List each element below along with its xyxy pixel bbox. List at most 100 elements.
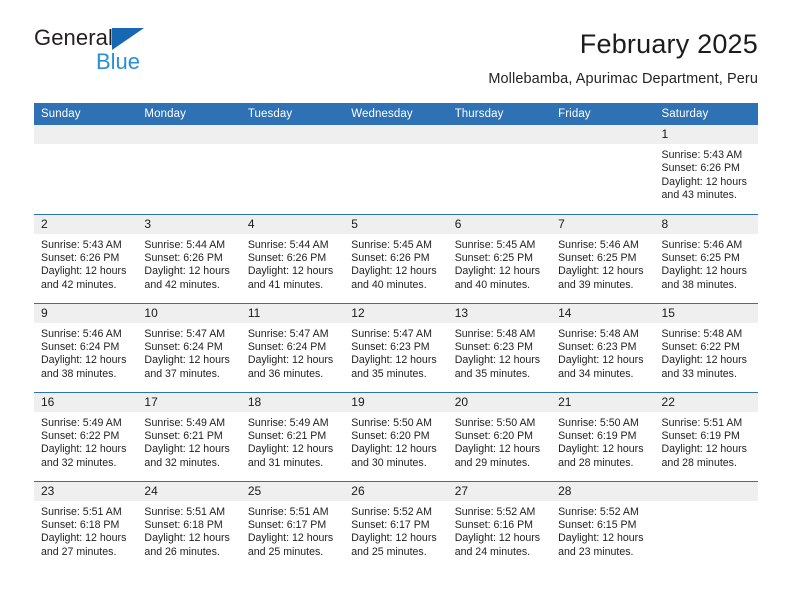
sunrise-text: Sunrise: 5:47 AM bbox=[247, 327, 329, 340]
calendar-day-cell[interactable]: 13 Sunrise: 5:48 AM Sunset: 6:23 PM Dayligh… bbox=[447, 302, 552, 392]
sunrise-text: Sunrise: 5:47 AM bbox=[144, 327, 226, 340]
day-number: 28 bbox=[551, 481, 655, 501]
calendar-day-cell[interactable]: 28 Sunrise: 5:52 AM Sunset: 6:15 PM Dayligh… bbox=[551, 480, 655, 570]
day-number: 3 bbox=[137, 214, 241, 234]
sunrise-text: Sunrise: 5:43 AM bbox=[661, 149, 743, 161]
calendar-day-cell[interactable]: 14 Sunrise: 5:48 AM Sunset: 6:23 PM Dayligh… bbox=[551, 302, 655, 392]
calendar-week-row: 2 Sunrise: 5:43 AM Sunset: 6:26 PM Daylight… bbox=[34, 213, 758, 303]
weekday-header-thursday: Thursday bbox=[447, 103, 552, 125]
calendar-day-cell[interactable]: 23 Sunrise: 5:51 AM Sunset: 6:18 PM Dayligh… bbox=[34, 480, 138, 570]
calendar-day-cell[interactable]: 5 Sunrise: 5:45 AM Sunset: 6:26 PM Daylight… bbox=[344, 213, 448, 303]
page-subtitle: Mollebamba, Apurimac Department, Peru bbox=[488, 71, 758, 87]
day-details: Sunrise: 5:45 AM Sunset: 6:25 PM Daylight:… bbox=[448, 234, 551, 293]
calendar-week-row: 16 Sunrise: 5:49 AM Sunset: 6:22 PM Dayligh… bbox=[34, 391, 758, 481]
calendar-day-cell[interactable]: 9 Sunrise: 5:46 AM Sunset: 6:24 PM Daylight… bbox=[34, 302, 138, 392]
sunset-text: Sunset: 6:23 PM bbox=[454, 340, 534, 353]
sunrise-text: Sunrise: 5:51 AM bbox=[41, 505, 122, 518]
weekday-header-saturday: Saturday bbox=[654, 103, 758, 125]
calendar-day-cell[interactable]: 16 Sunrise: 5:49 AM Sunset: 6:22 PM Dayligh… bbox=[34, 391, 138, 481]
day-number bbox=[344, 125, 448, 144]
day-number bbox=[34, 125, 138, 144]
calendar-day-cell[interactable]: 25 Sunrise: 5:51 AM Sunset: 6:17 PM Dayligh… bbox=[240, 480, 345, 570]
day-number: 6 bbox=[447, 214, 552, 234]
calendar-day-cell[interactable]: 3 Sunrise: 5:44 AM Sunset: 6:26 PM Daylight… bbox=[137, 213, 241, 303]
calendar-day-cell[interactable]: 22 Sunrise: 5:51 AM Sunset: 6:19 PM Dayligh… bbox=[654, 391, 758, 481]
calendar-day-cell[interactable]: 20 Sunrise: 5:50 AM Sunset: 6:20 PM Dayligh… bbox=[447, 391, 552, 481]
day-number: 19 bbox=[344, 392, 448, 412]
day-details: Sunrise: 5:49 AM Sunset: 6:21 PM Daylight:… bbox=[137, 412, 240, 471]
calendar-day-cell[interactable]: 7 Sunrise: 5:46 AM Sunset: 6:25 PM Daylight… bbox=[551, 213, 655, 303]
calendar-day-cell[interactable]: 11 Sunrise: 5:47 AM Sunset: 6:24 PM Dayligh… bbox=[240, 302, 345, 392]
day-details: Sunrise: 5:46 AM Sunset: 6:25 PM Daylight:… bbox=[551, 234, 654, 293]
day-number: 16 bbox=[34, 392, 138, 412]
sunrise-text: Sunrise: 5:51 AM bbox=[144, 505, 226, 518]
sunset-text: Sunset: 6:26 PM bbox=[247, 251, 327, 264]
day-number: 21 bbox=[551, 392, 655, 412]
sunset-text: Sunset: 6:22 PM bbox=[661, 340, 740, 353]
calendar-cell-empty bbox=[137, 125, 241, 214]
sunrise-text: Sunrise: 5:48 AM bbox=[558, 327, 639, 340]
title-block: February 2025 Mollebamba, Apurimac Depar… bbox=[488, 26, 758, 89]
sunrise-text: Sunrise: 5:47 AM bbox=[351, 327, 432, 340]
daylight-text: Daylight: 12 hours and 25 minutes. bbox=[351, 532, 437, 558]
calendar-day-cell[interactable]: 24 Sunrise: 5:51 AM Sunset: 6:18 PM Dayligh… bbox=[137, 480, 241, 570]
calendar-week-row: 9 Sunrise: 5:46 AM Sunset: 6:24 PM Daylight… bbox=[34, 302, 758, 392]
calendar-day-cell[interactable]: 6 Sunrise: 5:45 AM Sunset: 6:25 PM Daylight… bbox=[447, 213, 552, 303]
calendar-day-cell[interactable]: 1 Sunrise: 5:43 AM Sunset: 6:26 PM Daylight… bbox=[654, 125, 758, 214]
calendar-day-cell[interactable]: 21 Sunrise: 5:50 AM Sunset: 6:19 PM Dayligh… bbox=[551, 391, 655, 481]
day-details: Sunrise: 5:51 AM Sunset: 6:18 PM Daylight:… bbox=[34, 501, 137, 560]
day-details: Sunrise: 5:48 AM Sunset: 6:22 PM Daylight:… bbox=[655, 323, 758, 382]
sunset-text: Sunset: 6:20 PM bbox=[454, 429, 534, 442]
day-number: 15 bbox=[654, 303, 758, 323]
calendar-day-cell[interactable]: 19 Sunrise: 5:50 AM Sunset: 6:20 PM Dayligh… bbox=[344, 391, 448, 481]
sunset-text: Sunset: 6:23 PM bbox=[558, 340, 637, 353]
sunrise-text: Sunrise: 5:52 AM bbox=[351, 505, 432, 518]
sunrise-text: Sunrise: 5:52 AM bbox=[558, 505, 639, 518]
sunrise-text: Sunrise: 5:48 AM bbox=[661, 327, 743, 340]
calendar-day-cell[interactable]: 17 Sunrise: 5:49 AM Sunset: 6:21 PM Dayligh… bbox=[137, 391, 241, 481]
day-details: Sunrise: 5:45 AM Sunset: 6:26 PM Daylight:… bbox=[344, 234, 447, 293]
day-number: 11 bbox=[240, 303, 345, 323]
calendar-day-cell[interactable]: 26 Sunrise: 5:52 AM Sunset: 6:17 PM Dayligh… bbox=[344, 480, 448, 570]
day-number bbox=[551, 125, 655, 144]
sunset-text: Sunset: 6:21 PM bbox=[144, 429, 223, 442]
calendar-day-cell[interactable]: 27 Sunrise: 5:52 AM Sunset: 6:16 PM Dayligh… bbox=[447, 480, 552, 570]
daylight-text: Daylight: 12 hours and 43 minutes. bbox=[661, 175, 747, 202]
day-number: 10 bbox=[137, 303, 241, 323]
calendar-day-cell[interactable]: 18 Sunrise: 5:49 AM Sunset: 6:21 PM Dayligh… bbox=[240, 391, 345, 481]
weekday-header-sunday: Sunday bbox=[34, 103, 138, 125]
day-details: Sunrise: 5:49 AM Sunset: 6:22 PM Daylight:… bbox=[34, 412, 137, 471]
day-number: 9 bbox=[34, 303, 138, 323]
logo-text-general: General bbox=[34, 25, 113, 50]
sunrise-text: Sunrise: 5:50 AM bbox=[558, 416, 639, 429]
daylight-text: Daylight: 12 hours and 28 minutes. bbox=[558, 443, 644, 469]
calendar-page: General Blue February 2025 Mollebamba, A… bbox=[0, 0, 792, 612]
day-details: Sunrise: 5:48 AM Sunset: 6:23 PM Daylight:… bbox=[551, 323, 654, 382]
calendar-week-row: 23 Sunrise: 5:51 AM Sunset: 6:18 PM Dayligh… bbox=[34, 480, 758, 570]
day-number: 1 bbox=[654, 125, 758, 144]
daylight-text: Daylight: 12 hours and 30 minutes. bbox=[351, 443, 437, 469]
calendar-day-cell[interactable]: 12 Sunrise: 5:47 AM Sunset: 6:23 PM Dayligh… bbox=[344, 302, 448, 392]
sunrise-text: Sunrise: 5:46 AM bbox=[558, 238, 639, 251]
day-details: Sunrise: 5:44 AM Sunset: 6:26 PM Daylight:… bbox=[137, 234, 240, 293]
daylight-text: Daylight: 12 hours and 42 minutes. bbox=[144, 265, 230, 291]
sunset-text: Sunset: 6:26 PM bbox=[41, 251, 120, 264]
day-number: 26 bbox=[344, 481, 448, 501]
day-number: 4 bbox=[240, 214, 345, 234]
sunrise-text: Sunrise: 5:48 AM bbox=[454, 327, 536, 340]
sunset-text: Sunset: 6:22 PM bbox=[41, 429, 120, 442]
calendar-day-cell[interactable]: 2 Sunrise: 5:43 AM Sunset: 6:26 PM Daylight… bbox=[34, 213, 138, 303]
sunset-text: Sunset: 6:25 PM bbox=[558, 251, 637, 264]
daylight-text: Daylight: 12 hours and 35 minutes. bbox=[454, 354, 541, 380]
calendar-day-cell[interactable]: 4 Sunrise: 5:44 AM Sunset: 6:26 PM Daylight… bbox=[240, 213, 345, 303]
sunset-text: Sunset: 6:26 PM bbox=[144, 251, 223, 264]
day-details: Sunrise: 5:46 AM Sunset: 6:24 PM Daylight:… bbox=[34, 323, 137, 382]
calendar-day-cell[interactable]: 15 Sunrise: 5:48 AM Sunset: 6:22 PM Dayligh… bbox=[654, 302, 758, 392]
sunset-text: Sunset: 6:23 PM bbox=[351, 340, 430, 353]
weekday-header-tuesday: Tuesday bbox=[240, 103, 345, 125]
sunset-text: Sunset: 6:26 PM bbox=[351, 251, 430, 264]
general-blue-logo[interactable]: General Blue bbox=[34, 26, 164, 78]
calendar-day-cell[interactable]: 8 Sunrise: 5:46 AM Sunset: 6:25 PM Daylight… bbox=[654, 213, 758, 303]
calendar-day-cell[interactable]: 10 Sunrise: 5:47 AM Sunset: 6:24 PM Dayligh… bbox=[137, 302, 241, 392]
sunrise-text: Sunrise: 5:51 AM bbox=[247, 505, 329, 518]
